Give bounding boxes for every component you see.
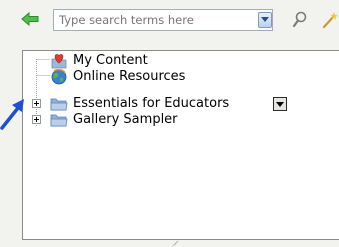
tree-item-essentials-for-educators[interactable]: Essentials for Educators [23,96,339,112]
expand-toggle[interactable] [32,99,41,108]
tree-item-label: My Content [73,53,148,68]
pointer-arrow-icon [0,99,24,130]
expand-toggle[interactable] [32,115,41,124]
resize-grip-icon [172,240,179,247]
globe-icon [50,68,68,85]
gallery-panel: My Content Online Resources E [0,0,339,247]
back-arrow-icon[interactable] [21,10,39,28]
folder-icon [50,96,68,112]
folder-icon [50,112,68,128]
item-menu-button[interactable] [273,97,287,111]
chevron-down-icon [276,102,284,107]
tree-item-gallery-sampler[interactable]: Gallery Sampler [23,112,339,128]
toolbar [0,0,339,40]
search-box [53,9,273,31]
tree-item-label: Essentials for Educators [73,96,230,111]
tree-item-online-resources[interactable]: Online Resources [23,68,339,85]
search-input[interactable] [54,10,240,30]
tree-item-my-content[interactable]: My Content [23,53,339,69]
chevron-down-icon [261,17,269,22]
wand-icon[interactable] [322,11,339,29]
tree-item-label: Gallery Sampler [73,112,178,127]
magnifier-icon[interactable] [292,11,308,29]
content-tree: My Content Online Resources Essentials f… [22,50,339,240]
heart-folder-icon [50,53,68,69]
tree-item-label: Online Resources [73,69,186,84]
search-dropdown-button[interactable] [258,12,272,28]
